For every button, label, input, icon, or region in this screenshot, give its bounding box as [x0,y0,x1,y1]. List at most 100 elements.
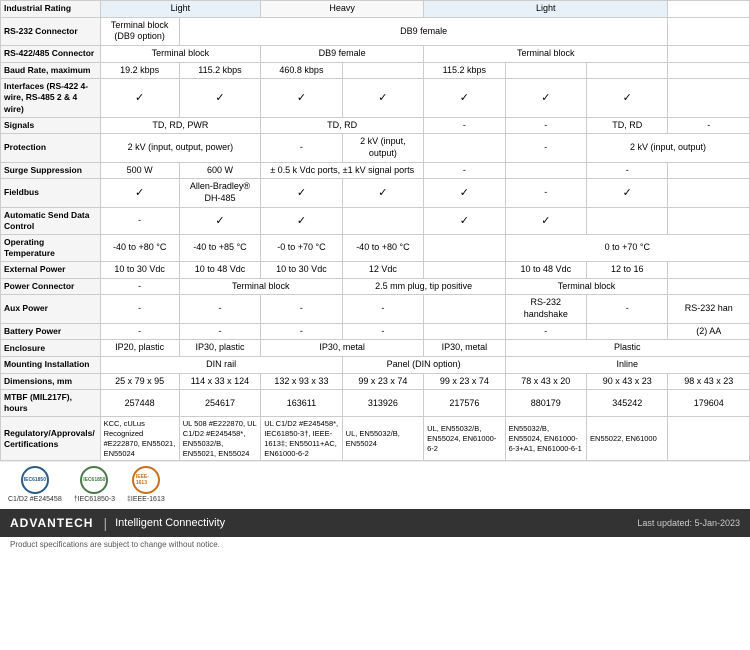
row-label: Baud Rate, maximum [1,62,101,79]
cell: ± 0.5 k Vdc ports, ±1 kV signal ports [261,162,424,179]
cell: ✓ [179,79,260,117]
row-label: Battery Power [1,323,101,340]
table-row: Protection 2 kV (input, output, power) -… [1,134,750,162]
cell: - [587,162,668,179]
footer-note: Product specifications are subject to ch… [0,537,750,552]
cell: RS-232 handshake [505,295,586,323]
cell: 99 x 23 x 74 [424,373,505,390]
table-row: Mounting Installation DIN rail Panel (DI… [1,357,750,374]
cell: 217576 [424,390,505,417]
cell: - [342,323,423,340]
cell: - [505,323,586,340]
cell: Light [100,1,261,18]
cell: DIN rail [100,357,342,374]
row-label: Mounting Installation [1,357,101,374]
cell: Terminal block [179,278,342,295]
cell: ✓ [179,207,260,234]
cell: - [179,295,260,323]
cell: Terminal block [100,46,261,63]
cell: TD, RD [587,117,668,134]
cell: ✓ [424,79,505,117]
row-label: Aux Power [1,295,101,323]
cell [424,323,505,340]
cell: - [179,323,260,340]
cell: 600 W [179,162,260,179]
cell [505,62,586,79]
row-label: RS-422/485 Connector [1,46,101,63]
cell: 163611 [261,390,342,417]
cell: 115.2 kbps [424,62,505,79]
cell: 115.2 kbps [179,62,260,79]
cell: TD, RD, PWR [100,117,261,134]
cell: - [100,278,179,295]
cell: 90 x 43 x 23 [587,373,668,390]
table-row: External Power 10 to 30 Vdc 10 to 48 Vdc… [1,261,750,278]
cell: Light [424,1,668,18]
cell: - [424,117,505,134]
cell: Terminal block [505,278,668,295]
cell: - [261,134,342,162]
cell: ✓ [587,79,668,117]
table-row: Enclosure IP20, plastic IP30, plastic IP… [1,340,750,357]
cell: 25 x 79 x 95 [100,373,179,390]
cell: 2 kV (input, output, power) [100,134,261,162]
main-content: Industrial Rating Light Heavy Light RS-2… [0,0,750,552]
cell: - [100,323,179,340]
cell: Heavy [261,1,424,18]
cert-badge-2: IEC61850 [80,466,108,494]
cell: -40 to +85 °C [179,234,260,261]
table-row: RS-422/485 Connector Terminal block DB9 … [1,46,750,63]
cell [424,295,505,323]
cell: 114 x 33 x 124 [179,373,260,390]
cell [668,162,750,179]
cell: ✓ [342,79,423,117]
cert-icon-3: IEEE-1613 ‡IEEE-1613 [127,466,165,503]
cell: ✓ [424,179,505,207]
cell: 2.5 mm plug, tip positive [342,278,505,295]
cell: 254617 [179,390,260,417]
cell: 12 to 16 [587,261,668,278]
cell: 2 kV (input, output) [342,134,423,162]
cell: (2) AA [668,323,750,340]
cell [587,207,668,234]
cert-icon-2: IEC61850 †IEC61850-3 [74,466,115,503]
cell: - [505,179,586,207]
cell: -0 to +70 °C [261,234,342,261]
cell: UL C1/D2 #E245458*, IEC61850-3†, IEEE-16… [261,417,342,461]
cell: - [505,117,586,134]
cell: 10 to 30 Vdc [100,261,179,278]
cell: Panel (DIN option) [342,357,505,374]
cell [342,62,423,79]
cert-label-3: ‡IEEE-1613 [127,496,165,503]
cell: UL, EN55032/B, EN55024 [342,417,423,461]
cell: ✓ [505,207,586,234]
tagline: Intelligent Connectivity [115,517,225,529]
cell [668,261,750,278]
cell: Plastic [505,340,749,357]
cell [668,207,750,234]
cell [668,79,750,117]
cell: 10 to 48 Vdc [505,261,586,278]
table-row: Automatic Send Data Control - ✓ ✓ ✓ ✓ [1,207,750,234]
cell [668,17,750,45]
cell [668,179,750,207]
table-row: Regulatory/Approvals/ Certifications KCC… [1,417,750,461]
footer-note-text: Product specifications are subject to ch… [10,540,220,549]
row-label: Operating Temperature [1,234,101,261]
certification-icons-row: IEC61850 C1/D2 #E245458 IEC61850 †IEC618… [0,461,750,507]
cell: ✓ [100,179,179,207]
row-label: Regulatory/Approvals/ Certifications [1,417,101,461]
cert-badge-3: IEEE-1613 [132,466,160,494]
cell: ✓ [424,207,505,234]
cell: ✓ [261,79,342,117]
cell: EN55022, EN61000 [587,417,668,461]
table-row: Surge Suppression 500 W 600 W ± 0.5 k Vd… [1,162,750,179]
cell: 78 x 43 x 20 [505,373,586,390]
cell: - [261,323,342,340]
cell: DB9 female [261,46,424,63]
cell: 12 Vdc [342,261,423,278]
table-row: Aux Power - - - - RS-232 handshake - RS-… [1,295,750,323]
cell: - [505,134,586,162]
table-row: Power Connector - Terminal block 2.5 mm … [1,278,750,295]
cell: 99 x 23 x 74 [342,373,423,390]
